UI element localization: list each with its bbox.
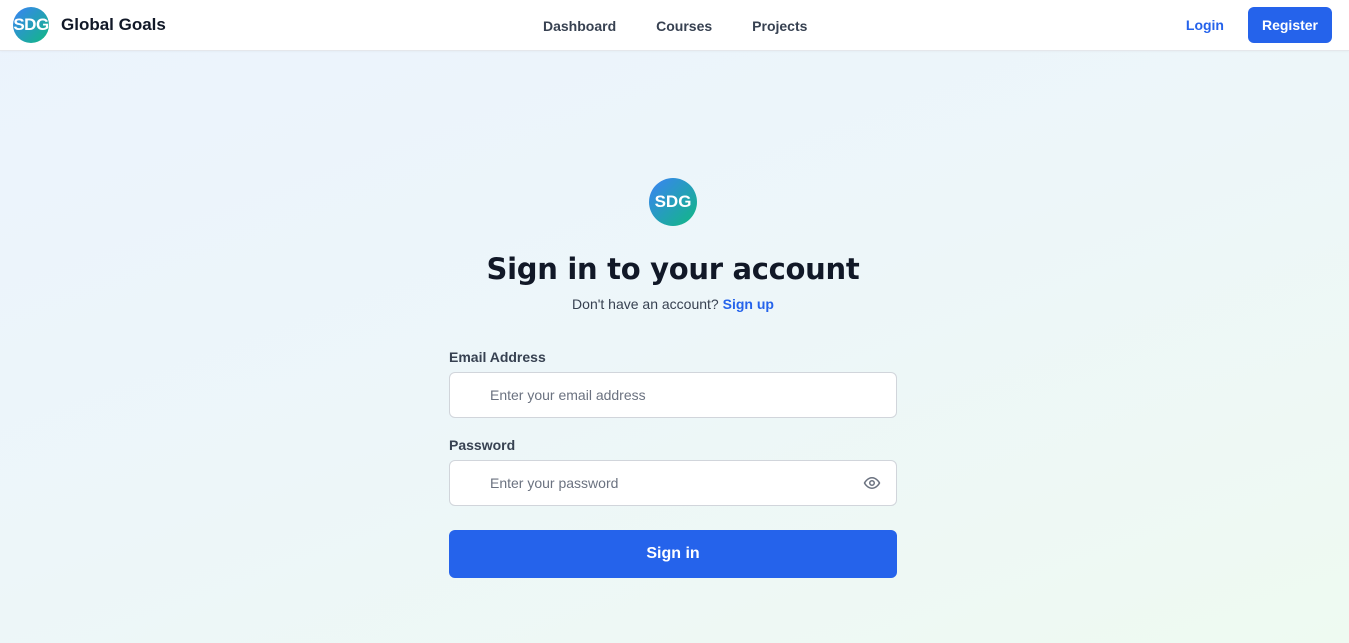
signin-button[interactable]: Sign in xyxy=(449,530,897,578)
page-title: Sign in to your account xyxy=(486,252,860,286)
email-input[interactable] xyxy=(449,372,897,418)
navbar: SDG Global Goals Dashboard Courses Proje… xyxy=(0,0,1349,51)
nav-actions: Login Register xyxy=(1186,7,1332,43)
signup-link[interactable]: Sign up xyxy=(723,296,774,312)
sdg-logo[interactable]: SDG xyxy=(13,7,49,43)
signup-prompt: Don't have an account? Sign up xyxy=(449,296,897,312)
register-button[interactable]: Register xyxy=(1248,7,1332,43)
login-link[interactable]: Login xyxy=(1186,17,1224,33)
email-label: Email Address xyxy=(449,349,546,365)
password-field-wrapper xyxy=(449,460,897,506)
eye-icon[interactable] xyxy=(863,474,881,492)
sdg-logo-large: SDG xyxy=(649,178,697,226)
password-label: Password xyxy=(449,437,516,453)
brand-name[interactable]: Global Goals xyxy=(61,15,166,35)
nav-link-dashboard[interactable]: Dashboard xyxy=(543,18,616,34)
signup-prompt-text: Don't have an account? xyxy=(572,296,719,312)
nav-link-projects[interactable]: Projects xyxy=(752,18,807,34)
signin-form: SDG Sign in to your account Don't have a… xyxy=(449,178,897,578)
nav-link-courses[interactable]: Courses xyxy=(656,18,712,34)
brand[interactable]: SDG Global Goals xyxy=(13,7,166,43)
main-nav: Dashboard Courses Projects xyxy=(543,0,807,51)
password-input[interactable] xyxy=(449,460,897,506)
email-field-wrapper xyxy=(449,372,897,418)
